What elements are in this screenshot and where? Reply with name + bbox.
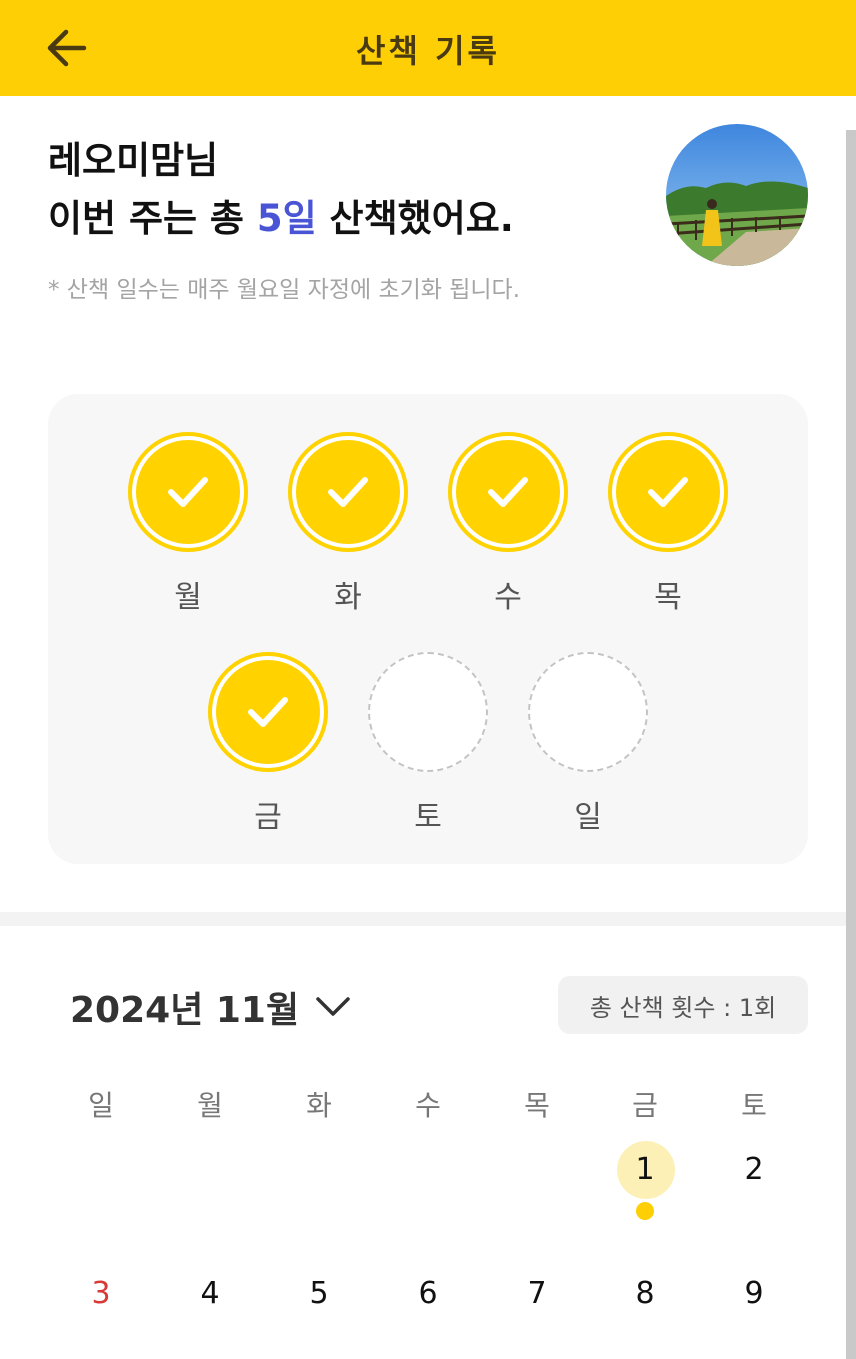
date-number: 5	[309, 1276, 329, 1311]
day-label: 일	[574, 800, 602, 835]
check-icon	[648, 477, 688, 507]
calendar-weekday-header: 목	[524, 1089, 550, 1122]
date-number: 4	[200, 1276, 220, 1311]
days-walked: 5일	[256, 197, 317, 240]
check-icon	[248, 697, 288, 727]
calendar-weekday-header: 일	[88, 1089, 114, 1122]
day-label: 수	[494, 580, 522, 615]
calendar-date-cell[interactable]: 2	[700, 1140, 808, 1200]
day-item: 목	[606, 432, 730, 642]
walk-record-screen: 산책 기록 레오미맘님 이번 주는 총 5일 산책했어요. * 산책 일수는 매…	[0, 0, 856, 1359]
calendar-date-cell[interactable]: 3	[47, 1264, 155, 1324]
day-label: 화	[334, 580, 362, 615]
date-number: 1	[635, 1152, 655, 1187]
page-title: 산책 기록	[356, 32, 500, 70]
day-label: 금	[254, 800, 282, 835]
day-check-done	[448, 432, 568, 552]
day-label: 월	[174, 580, 202, 615]
day-check-done	[608, 432, 728, 552]
scrollbar[interactable]	[846, 130, 856, 1359]
day-item: 수	[446, 432, 570, 642]
date-number: 6	[418, 1276, 438, 1311]
total-walks-badge: 총 산책 횟수 : 1회	[558, 976, 808, 1034]
avatar-photo	[666, 124, 808, 266]
app-header: 산책 기록	[0, 0, 856, 96]
summary-prefix: 이번 주는 총	[48, 197, 257, 240]
check-icon	[328, 477, 368, 507]
calendar-weekday-header: 수	[415, 1089, 441, 1122]
day-label: 목	[654, 580, 682, 615]
day-item: 일	[526, 652, 650, 862]
avatar[interactable]	[666, 124, 808, 266]
week-summary-line: 이번 주는 총 5일 산책했어요.	[48, 190, 514, 248]
day-item: 월	[126, 432, 250, 642]
date-number: 9	[744, 1276, 764, 1311]
date-number: 7	[527, 1276, 547, 1311]
calendar-weekday-header: 월	[197, 1089, 223, 1122]
calendar-date-cell[interactable]: 7	[483, 1264, 591, 1324]
date-number: 8	[635, 1276, 655, 1311]
day-check-done	[208, 652, 328, 772]
chevron-down-icon	[316, 997, 350, 1016]
month-label: 2024년 11월	[70, 990, 300, 1031]
check-icon	[488, 477, 528, 507]
calendar-date-cell[interactable]: 6	[374, 1264, 482, 1324]
reset-note: * 산책 일수는 매주 월요일 자정에 초기화 됩니다.	[48, 277, 521, 303]
date-number: 3	[91, 1276, 111, 1311]
day-item: 화	[286, 432, 410, 642]
calendar-date-cell[interactable]: 9	[700, 1264, 808, 1324]
summary-suffix: 산책했어요.	[316, 197, 514, 240]
month-selector[interactable]: 2024년 11월	[70, 982, 351, 1032]
day-check-done	[288, 432, 408, 552]
calendar-date-cell[interactable]: 5	[265, 1264, 373, 1324]
greeting: 레오미맘님 이번 주는 총 5일 산책했어요.	[48, 132, 514, 248]
check-icon	[168, 477, 208, 507]
date-number: 2	[744, 1152, 764, 1187]
weekly-check-card: 월 화 수 목금 토 일	[48, 394, 808, 864]
walk-marker-dot	[636, 1202, 654, 1220]
day-check-empty	[528, 652, 648, 772]
calendar-date-cell[interactable]: 8	[591, 1264, 699, 1324]
calendar-date-cell[interactable]: 4	[156, 1264, 264, 1324]
user-name: 레오미맘님	[48, 139, 219, 182]
calendar-weekday-header: 화	[306, 1089, 332, 1122]
calendar-date-cell[interactable]: 1	[591, 1140, 699, 1200]
day-item: 토	[366, 652, 490, 862]
day-check-empty	[368, 652, 488, 772]
calendar-weekday-header: 금	[632, 1089, 658, 1122]
day-label: 토	[414, 800, 442, 835]
day-item: 금	[206, 652, 330, 862]
section-divider	[0, 912, 846, 926]
day-check-done	[128, 432, 248, 552]
calendar-weekday-header: 토	[741, 1089, 767, 1122]
